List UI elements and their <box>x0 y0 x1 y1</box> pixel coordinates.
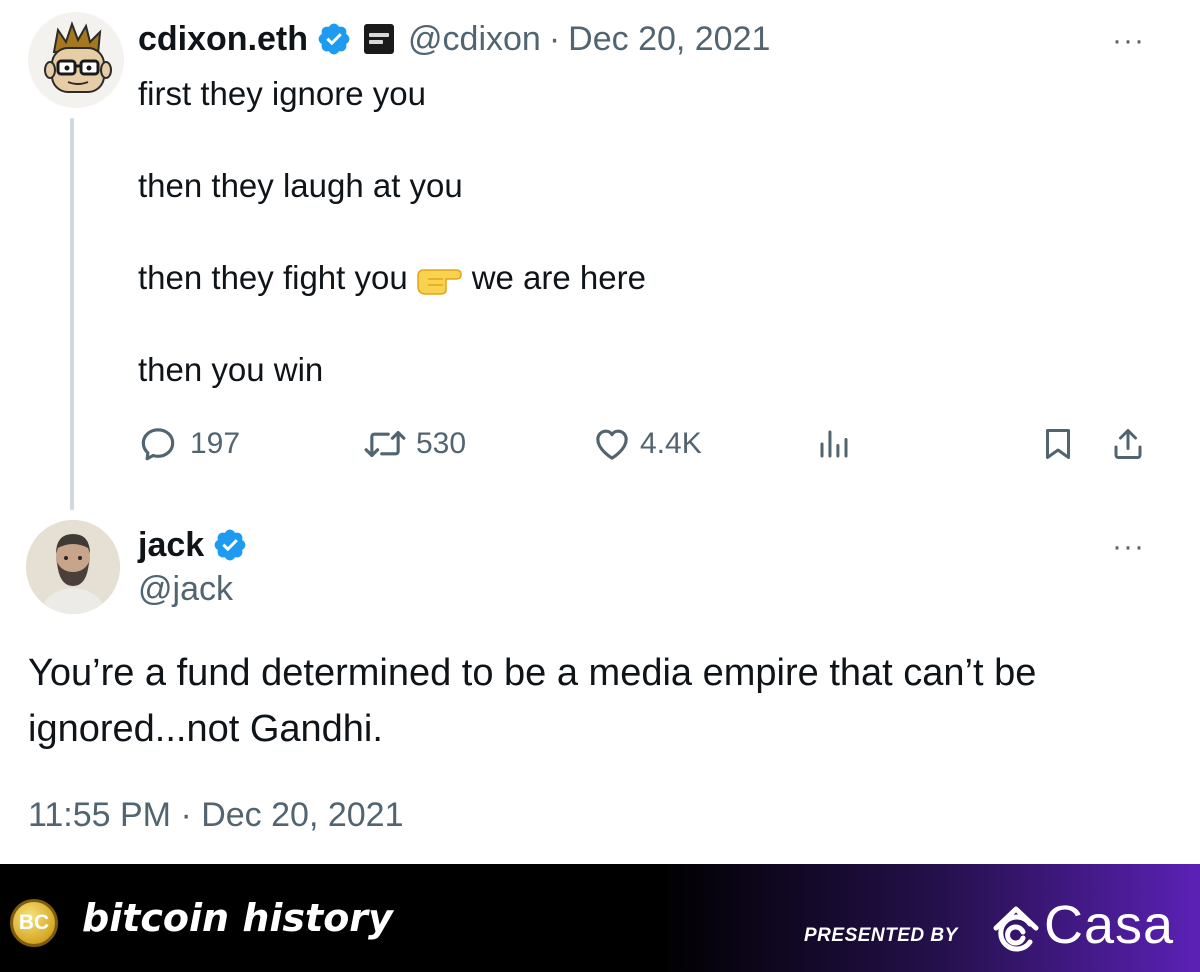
tweet1-line-3: then they fight you we are here <box>138 256 646 300</box>
tweet1-line-3-text: then they fight you <box>138 259 408 296</box>
footer-title: bitcoin history <box>82 896 393 940</box>
like-icon <box>596 429 628 460</box>
jack-avatar[interactable] <box>26 520 120 614</box>
tweet1-line-2: then they laugh at you <box>138 167 463 204</box>
tweet1-separator: · <box>548 19 561 58</box>
bitcoin-history-coin-icon: BC <box>10 899 58 947</box>
reply-icon <box>141 428 175 461</box>
tweet1-date[interactable]: Dec 20, 2021 <box>568 20 770 59</box>
tweet2-text: You’re a fund determined to be a media e… <box>28 652 1037 750</box>
bookmark-button[interactable] <box>1040 422 1076 466</box>
retweet-button[interactable]: 530 <box>362 422 466 466</box>
tweet1-line-4: then you win <box>138 351 324 388</box>
cdixon-avatar[interactable] <box>28 12 124 108</box>
tweet1-handle[interactable]: @cdixon <box>408 20 541 59</box>
tweet1-line-1: first they ignore you <box>138 75 426 112</box>
reply-button[interactable]: 197 <box>138 422 240 466</box>
thread-connector-line <box>70 118 74 510</box>
presented-by-label: PRESENTED BY <box>804 925 958 946</box>
like-button[interactable]: 4.4K <box>592 422 702 466</box>
retweet-count: 530 <box>416 427 467 460</box>
pointing-right-emoji-icon <box>416 269 462 296</box>
reply-count: 197 <box>190 427 241 460</box>
retweet-icon <box>364 430 406 458</box>
share-icon <box>1114 429 1142 459</box>
casa-wordmark: Casa <box>1044 895 1175 955</box>
tweet2-more-button[interactable]: ··· <box>1112 532 1145 562</box>
tweet2-author-name[interactable]: jack <box>138 526 204 565</box>
photo-avatar-image <box>26 520 120 614</box>
like-count: 4.4K <box>640 427 702 460</box>
tweet1-author-name[interactable]: cdixon.eth <box>138 20 308 59</box>
tweet1-more-button[interactable]: ··· <box>1112 26 1145 56</box>
tweet2-handle[interactable]: @jack <box>138 570 233 609</box>
affiliate-badge-icon[interactable] <box>364 24 395 54</box>
verified-badge-icon <box>318 23 350 55</box>
verified-badge-icon <box>214 529 246 561</box>
casa-logo-icon <box>993 906 1039 952</box>
tweet2-timestamp[interactable]: 11:55 PM · Dec 20, 2021 <box>28 796 403 835</box>
views-icon <box>820 430 848 458</box>
share-button[interactable] <box>1110 422 1146 466</box>
tweet1-line-3-emphasis: we are here <box>471 259 646 296</box>
bookmark-icon <box>1046 429 1070 459</box>
views-button[interactable] <box>816 422 852 466</box>
tweet2-header: jack <box>138 522 248 568</box>
tweet1-header: cdixon.eth @cdixon · Dec 20, 2021 <box>138 16 770 62</box>
cartoon-avatar-image <box>44 21 112 93</box>
